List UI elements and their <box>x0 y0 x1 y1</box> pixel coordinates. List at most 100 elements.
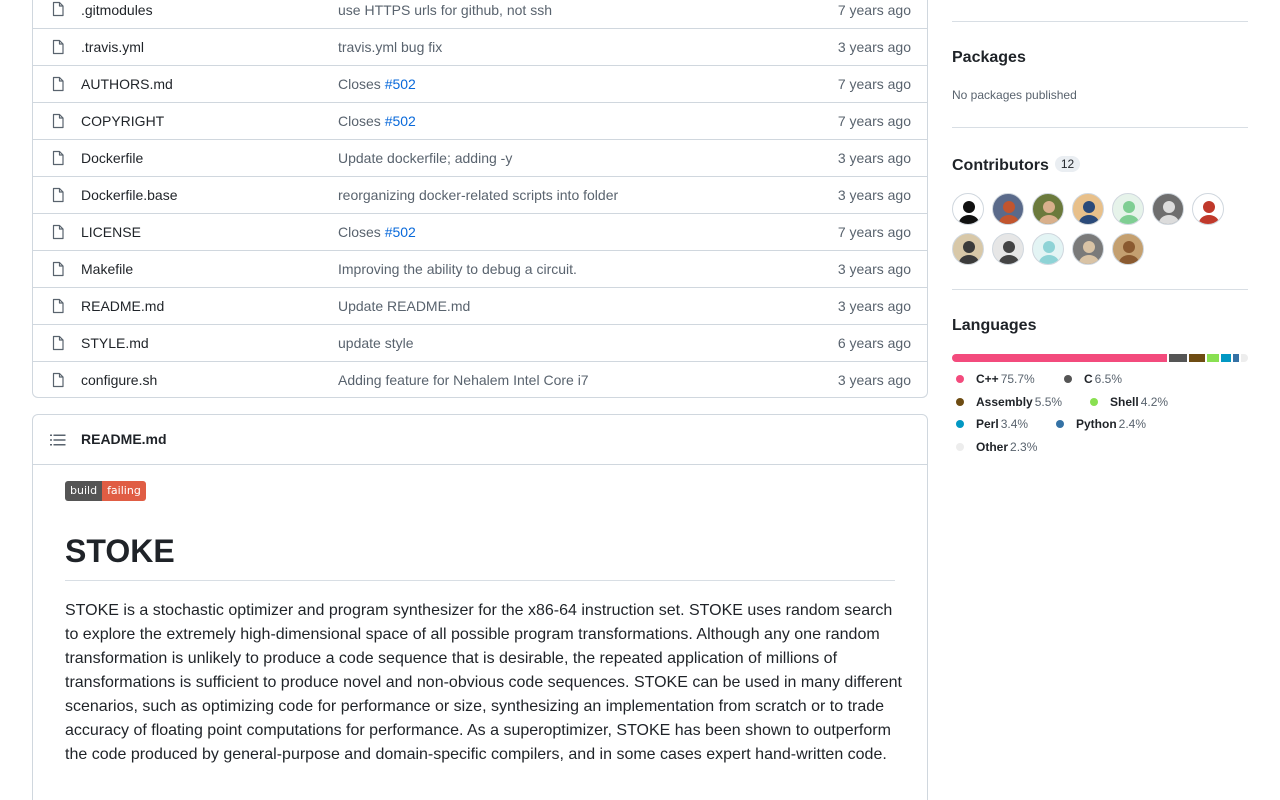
language-bar-segment <box>1168 354 1188 362</box>
language-color-dot <box>956 397 964 406</box>
language-percent: 3.4% <box>1000 417 1029 431</box>
commit-message-link[interactable]: Closes #502 <box>338 224 416 240</box>
file-row[interactable]: Dockerfile.base reorganizing docker-relat… <box>33 176 927 213</box>
file-row[interactable]: Dockerfile Update dockerfile; adding -y 3 … <box>33 139 927 176</box>
language-item[interactable]: C++ 75.7% <box>956 372 1035 386</box>
readme-header-title[interactable]: README.md <box>81 431 167 447</box>
file-name-link[interactable]: Dockerfile <box>81 150 143 166</box>
commit-message-link[interactable]: Improving the ability to debug a circuit… <box>338 261 577 277</box>
issue-link[interactable]: #502 <box>385 76 416 92</box>
file-icon <box>50 298 66 314</box>
language-item[interactable]: C 6.5% <box>1064 372 1122 386</box>
badge-label: build <box>65 481 103 501</box>
divider <box>952 21 1248 22</box>
language-name: C <box>1084 372 1093 386</box>
contributor-avatar[interactable] <box>1072 193 1104 225</box>
commit-message-text: Update dockerfile; adding -y <box>338 150 513 166</box>
commit-age: 3 years ago <box>837 372 911 388</box>
language-color-dot <box>956 375 964 383</box>
language-name: Shell <box>1110 394 1139 409</box>
commit-message-text: travis.yml bug fix <box>338 39 443 55</box>
file-icon <box>50 39 66 55</box>
commit-message-link[interactable]: Closes #502 <box>338 113 416 129</box>
file-icon <box>50 150 66 166</box>
file-row[interactable]: README.md Update README.md 3 years ago <box>33 287 927 324</box>
issue-link[interactable]: #502 <box>385 113 416 129</box>
commit-message-link[interactable]: Update README.md <box>338 298 470 314</box>
file-row[interactable]: .gitmodules use HTTPS urls for github, no… <box>33 0 927 28</box>
commit-message-link[interactable]: reorganizing docker-related scripts into… <box>338 187 618 203</box>
commit-age: 6 years ago <box>837 335 911 351</box>
file-name-link[interactable]: Makefile <box>81 261 133 277</box>
contributors-heading[interactable]: Contributors 12 <box>952 156 1081 175</box>
packages-empty-text: No packages published <box>952 88 1077 102</box>
contributor-avatar[interactable] <box>992 233 1024 265</box>
file-icon <box>50 335 66 351</box>
file-row[interactable]: AUTHORS.md Closes #502 7 years ago <box>33 65 927 102</box>
language-item[interactable]: Shell 4.2% <box>1090 395 1168 409</box>
file-row[interactable]: COPYRIGHT Closes #502 7 years ago <box>33 102 927 139</box>
contributor-avatar[interactable] <box>1032 233 1064 265</box>
build-status-badge[interactable]: build failing <box>65 481 146 501</box>
file-name-link[interactable]: Dockerfile.base <box>81 187 178 203</box>
file-name-link[interactable]: AUTHORS.md <box>81 76 173 92</box>
language-bar-segment <box>952 354 1167 362</box>
contributor-avatar[interactable] <box>952 233 984 265</box>
commit-message-link[interactable]: Update dockerfile; adding -y <box>338 150 512 166</box>
language-name: Assembly <box>976 394 1033 409</box>
file-row[interactable]: Makefile Improving the ability to debug a… <box>33 250 927 287</box>
file-icon <box>50 224 66 240</box>
file-name-link[interactable]: configure.sh <box>81 372 157 388</box>
commit-message-text: Adding feature for Nehalem Intel Core i7 <box>338 372 589 388</box>
language-color-dot <box>1090 397 1098 406</box>
contributor-avatar[interactable] <box>952 193 984 225</box>
badge-status: failing <box>102 481 146 501</box>
file-row[interactable]: LICENSE Closes #502 7 years ago <box>33 213 927 250</box>
table-of-contents-icon[interactable] <box>50 432 66 448</box>
commit-message-link[interactable]: use HTTPS urls for github, not ssh <box>338 2 552 18</box>
issue-link[interactable]: #502 <box>385 224 416 240</box>
contributor-avatar[interactable] <box>1152 193 1184 225</box>
language-item[interactable]: Perl 3.4% <box>956 417 1028 431</box>
file-icon <box>50 76 66 92</box>
commit-message-link[interactable]: update style <box>338 335 414 351</box>
commit-message-link[interactable]: travis.yml bug fix <box>338 39 442 55</box>
divider <box>952 127 1248 128</box>
contributor-avatar[interactable] <box>992 193 1024 225</box>
language-item[interactable]: Other 2.3% <box>956 440 1037 454</box>
file-row[interactable]: configure.sh Adding feature for Nehalem I… <box>33 361 927 397</box>
contributor-avatar[interactable] <box>1192 193 1224 225</box>
language-bar-segment <box>1207 354 1219 362</box>
file-icon <box>50 372 66 388</box>
file-name-link[interactable]: STYLE.md <box>81 335 149 351</box>
file-name-link[interactable]: COPYRIGHT <box>81 113 164 129</box>
contributor-avatar[interactable] <box>1072 233 1104 265</box>
language-color-dot <box>1056 420 1064 428</box>
file-list: .gitmodules use HTTPS urls for github, no… <box>32 0 928 398</box>
contributor-avatar[interactable] <box>1112 193 1144 225</box>
readme-header: README.md <box>33 415 927 465</box>
packages-heading[interactable]: Packages <box>952 49 1026 67</box>
commit-age: 3 years ago <box>837 39 911 55</box>
contributor-avatar[interactable] <box>1032 193 1064 225</box>
language-percent: 75.7% <box>1000 372 1035 386</box>
commit-message-text: Improving the ability to debug a circuit… <box>338 261 577 277</box>
commit-message-link[interactable]: Adding feature for Nehalem Intel Core i7 <box>338 372 589 388</box>
contributors-count-badge: 12 <box>1054 156 1081 172</box>
language-item[interactable]: Python 2.4% <box>1056 417 1146 431</box>
file-name-link[interactable]: .travis.yml <box>81 39 144 55</box>
file-name-link[interactable]: LICENSE <box>81 224 141 240</box>
commit-message-text: reorganizing docker-related scripts into… <box>338 187 619 203</box>
language-percent: 2.4% <box>1118 417 1147 431</box>
language-item[interactable]: Assembly 5.5% <box>956 395 1062 409</box>
language-percent: 4.2% <box>1140 394 1169 409</box>
language-percent: 6.5% <box>1094 372 1123 386</box>
commit-message-link[interactable]: Closes #502 <box>338 76 416 92</box>
language-color-dot <box>1064 375 1072 383</box>
contributor-avatar[interactable] <box>1112 233 1144 265</box>
language-percent: 5.5% <box>1034 394 1063 409</box>
file-row[interactable]: .travis.yml travis.yml bug fix 3 years ago <box>33 28 927 65</box>
file-row[interactable]: STYLE.md update style 6 years ago <box>33 324 927 361</box>
file-name-link[interactable]: README.md <box>81 298 164 314</box>
file-name-link[interactable]: .gitmodules <box>81 2 153 18</box>
